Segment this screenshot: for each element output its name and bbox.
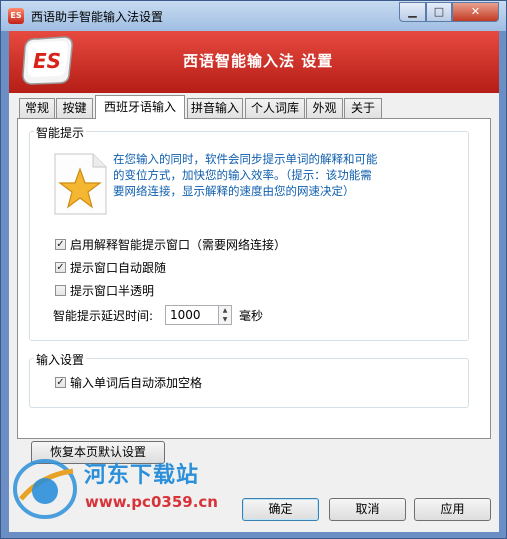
description-line-2: 的变位方式，加快您的输入效率。（提示：该功能需 xyxy=(113,168,372,182)
spin-down-icon[interactable]: ▼ xyxy=(219,315,231,324)
auto-space-checkbox[interactable]: ✓ xyxy=(55,377,66,388)
spin-up-icon[interactable]: ▲ xyxy=(219,306,231,315)
watermark: 河东下载站 www.pc0359.cn xyxy=(9,451,259,531)
tab-pinyin-input[interactable]: 拼音输入 xyxy=(187,98,243,118)
close-button[interactable]: ✕ xyxy=(452,2,499,22)
translucent-checkbox[interactable] xyxy=(55,285,66,296)
cancel-button[interactable]: 取消 xyxy=(329,498,406,521)
ok-button[interactable]: 确定 xyxy=(242,498,319,521)
watermark-logo-icon xyxy=(13,459,77,519)
smart-hint-description: 在您输入的同时，软件会同步提示单词的解释和可能 的变位方式，加快您的输入效率。（… xyxy=(113,151,403,199)
translucent-label: 提示窗口半透明 xyxy=(70,284,155,298)
window-title: 西语助手智能输入法设置 xyxy=(31,10,164,24)
title-bar[interactable]: ES 西语助手智能输入法设置 ▁ □ ✕ xyxy=(1,1,506,31)
tab-spanish-input[interactable]: 西班牙语输入 xyxy=(95,95,185,119)
tab-general[interactable]: 常规 xyxy=(19,98,55,118)
star-file-icon xyxy=(54,153,107,215)
enable-hint-window-label: 启用解释智能提示窗口（需要网络连接） xyxy=(70,238,287,252)
auto-space-label: 输入单词后自动添加空格 xyxy=(70,376,203,390)
maximize-button[interactable]: □ xyxy=(426,2,452,22)
enable-hint-window-checkbox[interactable]: ✓ xyxy=(55,239,66,250)
tab-about[interactable]: 关于 xyxy=(344,98,382,118)
description-line-1: 在您输入的同时，软件会同步提示单词的解释和可能 xyxy=(113,152,378,166)
auto-follow-checkbox[interactable]: ✓ xyxy=(55,262,66,273)
auto-follow-label: 提示窗口自动跟随 xyxy=(70,261,167,275)
svg-text:ES: ES xyxy=(33,49,61,73)
header-banner: ES 西语智能输入法 设置 xyxy=(9,31,499,93)
dialog-client: ES 西语智能输入法 设置 常规 按键 西班牙语输入 拼音输入 个人词库 外观 … xyxy=(9,31,499,532)
settings-window: ES 西语助手智能输入法设置 ▁ □ ✕ ES 西语智能输入法 设置 常规 按键… xyxy=(0,0,507,539)
app-icon: ES xyxy=(8,8,24,24)
minimize-button[interactable]: ▁ xyxy=(399,2,426,22)
delay-unit: 毫秒 xyxy=(239,309,264,323)
description-line-3: 要网络连接，显示解释的速度由您的网速决定） xyxy=(113,184,355,198)
delay-input[interactable]: 1000 xyxy=(165,305,219,325)
delay-spinner[interactable]: ▲ ▼ xyxy=(219,305,232,325)
banner-title: 西语智能输入法 设置 xyxy=(183,52,334,70)
smart-hint-group-label: 智能提示 xyxy=(34,124,87,141)
watermark-url: www.pc0359.cn xyxy=(85,493,218,511)
es-key-logo-icon: ES xyxy=(22,36,73,85)
input-settings-group-label: 输入设置 xyxy=(34,351,87,368)
watermark-title: 河东下载站 xyxy=(84,463,200,488)
delay-label: 智能提示延迟时间: xyxy=(53,309,154,323)
apply-button[interactable]: 应用 xyxy=(414,498,491,521)
tab-keys[interactable]: 按键 xyxy=(56,98,93,118)
tab-appearance[interactable]: 外观 xyxy=(306,98,343,118)
tab-personal-dictionary[interactable]: 个人词库 xyxy=(245,98,305,118)
